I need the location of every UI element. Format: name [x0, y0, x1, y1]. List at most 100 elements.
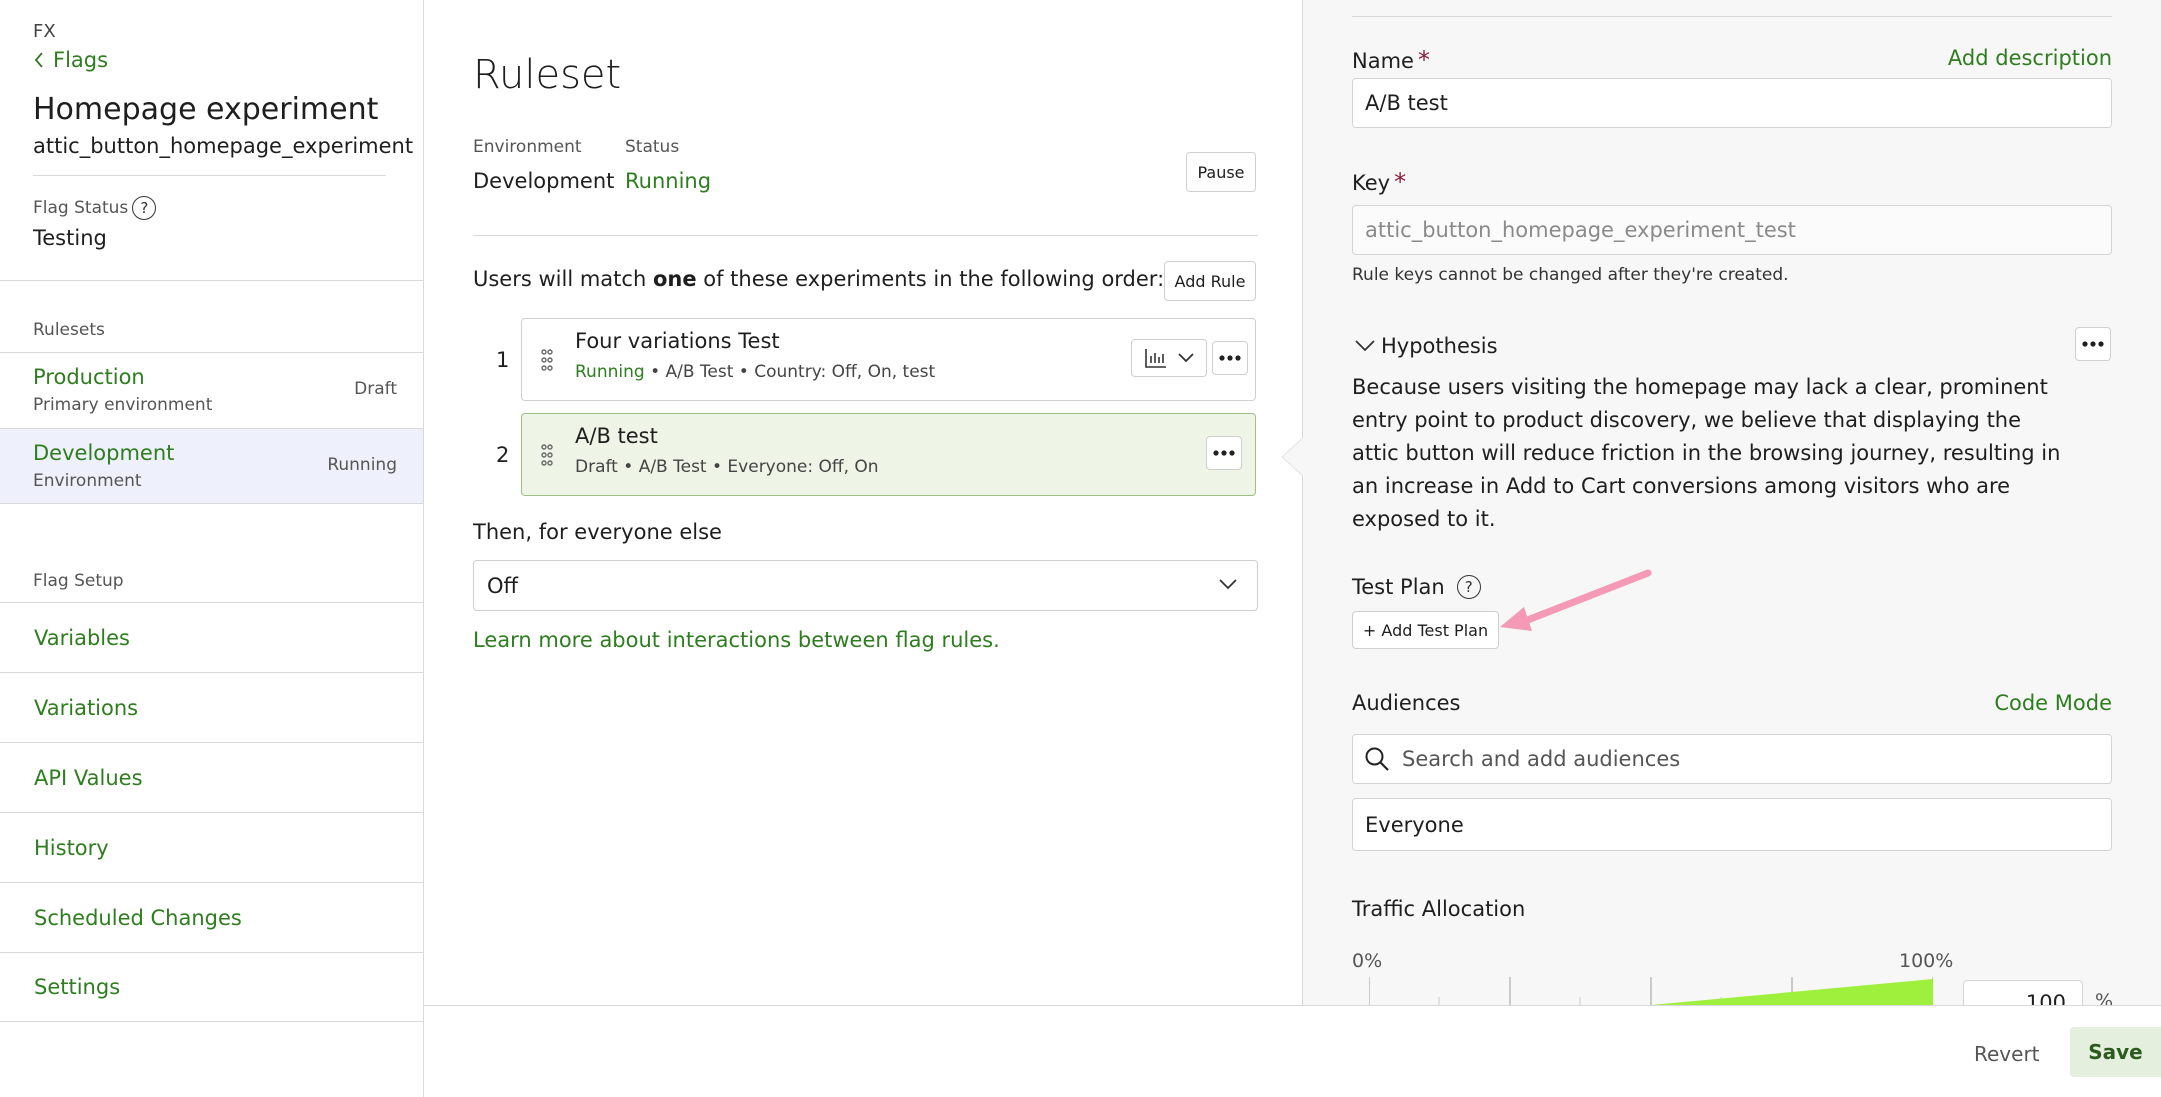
chevron-down-icon: [1178, 353, 1194, 363]
test-plan-label: Test Plan ?: [1352, 575, 1481, 599]
audiences-label: Audiences: [1352, 691, 1461, 715]
annotation-arrow: [1500, 569, 1652, 631]
help-icon[interactable]: ?: [132, 196, 157, 220]
learn-more-link[interactable]: Learn more about interactions between fl…: [473, 628, 1000, 652]
setup-item-history[interactable]: History: [0, 812, 423, 882]
ruleset-status: Running: [327, 455, 397, 475]
everyone-else-label: Then, for everyone else: [473, 520, 722, 544]
environment-label: Environment: [473, 137, 582, 157]
sidebar: FX Flags Homepage experiment attic_butto…: [0, 0, 424, 1097]
rule-details: • A/B Test • Country: Off, On, test: [644, 362, 936, 382]
rule-card-ab-test[interactable]: A/B test Draft • A/B Test • Everyone: Of…: [521, 413, 1256, 496]
app-label: FX: [33, 21, 56, 42]
ruleset-panel: Ruleset Environment Status Development R…: [424, 0, 1303, 1005]
key-help-text: Rule keys cannot be changed after they'r…: [1352, 265, 1789, 285]
chevron-left-icon: [34, 52, 43, 68]
more-dots-icon: [1213, 450, 1235, 456]
traffic-unit: %: [2095, 990, 2114, 1005]
setup-item-scheduled-changes[interactable]: Scheduled Changes: [0, 882, 423, 952]
setup-item-variables[interactable]: Variables: [0, 602, 423, 672]
more-options-button[interactable]: [1212, 341, 1248, 375]
traffic-allocation-input[interactable]: 100: [1963, 980, 2083, 1005]
divider: [0, 280, 423, 281]
hypothesis-label: Hypothesis: [1381, 334, 1498, 358]
flag-status-label-text: Flag Status: [33, 198, 129, 218]
selection-pointer-shape: [1281, 437, 1304, 477]
required-asterisk: *: [1417, 46, 1430, 74]
setup-item-api-values[interactable]: API Values: [0, 742, 423, 812]
rule-status: Running: [575, 362, 645, 382]
key-label-text: Key: [1352, 171, 1391, 195]
drag-handle-icon[interactable]: [541, 444, 553, 466]
add-rule-button[interactable]: Add Rule: [1164, 261, 1256, 301]
flag-title: Homepage experiment: [33, 92, 379, 127]
traffic-allocation-slider[interactable]: [1369, 975, 1933, 1005]
flag-key: attic_button_homepage_experiment: [33, 134, 414, 158]
hypothesis-toggle[interactable]: Hypothesis: [1355, 334, 1498, 358]
add-test-plan-button[interactable]: + Add Test Plan: [1352, 611, 1499, 649]
key-input: attic_button_homepage_experiment_test: [1352, 205, 2112, 255]
bar-chart-icon: [1145, 349, 1166, 368]
setup-item-variations[interactable]: Variations: [0, 672, 423, 742]
ruleset-title: Ruleset: [473, 52, 622, 98]
ruleset-subtitle: Primary environment: [33, 395, 213, 415]
ruleset-item-production[interactable]: Production Primary environment Draft: [0, 352, 423, 428]
name-label-text: Name: [1352, 49, 1414, 73]
setup-item-settings[interactable]: Settings: [0, 952, 423, 1022]
status-label: Status: [625, 137, 680, 157]
chevron-down-icon: [1219, 579, 1237, 590]
ruleset-name: Development: [33, 441, 175, 465]
traffic-min-label: 0%: [1352, 950, 1383, 972]
rule-card-four-variations[interactable]: Four variations Test Running • A/B Test …: [521, 318, 1256, 401]
everyone-else-select[interactable]: Off: [473, 560, 1258, 611]
more-dots-icon: [2082, 341, 2104, 347]
flag-setup-label: Flag Setup: [33, 571, 124, 591]
status-value: Running: [625, 169, 712, 193]
audience-chip-everyone[interactable]: Everyone: [1352, 798, 2112, 851]
help-icon[interactable]: ?: [1456, 575, 1481, 599]
add-description-link[interactable]: Add description: [1948, 46, 2112, 70]
order-prefix: Users will match: [473, 267, 647, 291]
name-input[interactable]: A/B test: [1352, 78, 2112, 128]
ruleset-item-development[interactable]: Development Environment Running: [0, 428, 423, 504]
drag-handle-icon[interactable]: [541, 349, 553, 371]
hypothesis-text: Because users visiting the homepage may …: [1352, 375, 2061, 531]
rule-details: • A/B Test • Everyone: Off, On: [617, 457, 879, 477]
ruleset-subtitle: Environment: [33, 471, 142, 491]
flag-status-value: Testing: [33, 226, 107, 250]
rule-meta: Draft • A/B Test • Everyone: Off, On: [575, 457, 879, 477]
search-placeholder: Search and add audiences: [1402, 747, 1681, 771]
rule-status: Draft: [575, 457, 618, 477]
hypothesis-more-button[interactable]: [2075, 327, 2111, 361]
divider: [33, 175, 386, 176]
code-mode-link[interactable]: Code Mode: [1994, 691, 2112, 715]
pause-button[interactable]: Pause: [1186, 152, 1256, 192]
key-label: Key *: [1352, 168, 1406, 196]
test-plan-label-text: Test Plan: [1352, 575, 1445, 599]
traffic-max-label: 100%: [1899, 950, 1954, 972]
rule-meta: Running • A/B Test • Country: Off, On, t…: [575, 362, 935, 382]
more-options-button[interactable]: [1206, 436, 1242, 470]
ruleset-status: Draft: [354, 379, 397, 399]
rule-editor-panel: Name * Add description A/B test Key * atti…: [1303, 0, 2161, 1005]
rule-name: A/B test: [575, 424, 658, 448]
audience-search-input[interactable]: Search and add audiences: [1352, 734, 2112, 784]
more-dots-icon: [1219, 355, 1241, 361]
results-dropdown-button[interactable]: [1131, 339, 1207, 377]
back-to-flags-link[interactable]: Flags: [33, 48, 108, 72]
revert-button[interactable]: Revert: [1974, 1042, 2040, 1066]
save-button[interactable]: Save: [2070, 1027, 2161, 1077]
back-label: Flags: [53, 48, 109, 72]
search-icon: [1365, 747, 1389, 771]
order-bold: one: [652, 267, 697, 291]
traffic-allocation-label: Traffic Allocation: [1352, 897, 1526, 921]
chevron-down-icon: [1355, 340, 1375, 352]
footer-bar: Revert Save: [424, 1005, 2161, 1097]
rule-number: 1: [496, 348, 510, 372]
select-value: Off: [487, 573, 518, 598]
name-label: Name *: [1352, 46, 1430, 74]
divider: [1352, 16, 2112, 17]
rule-number: 2: [496, 443, 510, 467]
ruleset-name: Production: [33, 365, 145, 389]
environment-value: Development: [473, 169, 615, 193]
